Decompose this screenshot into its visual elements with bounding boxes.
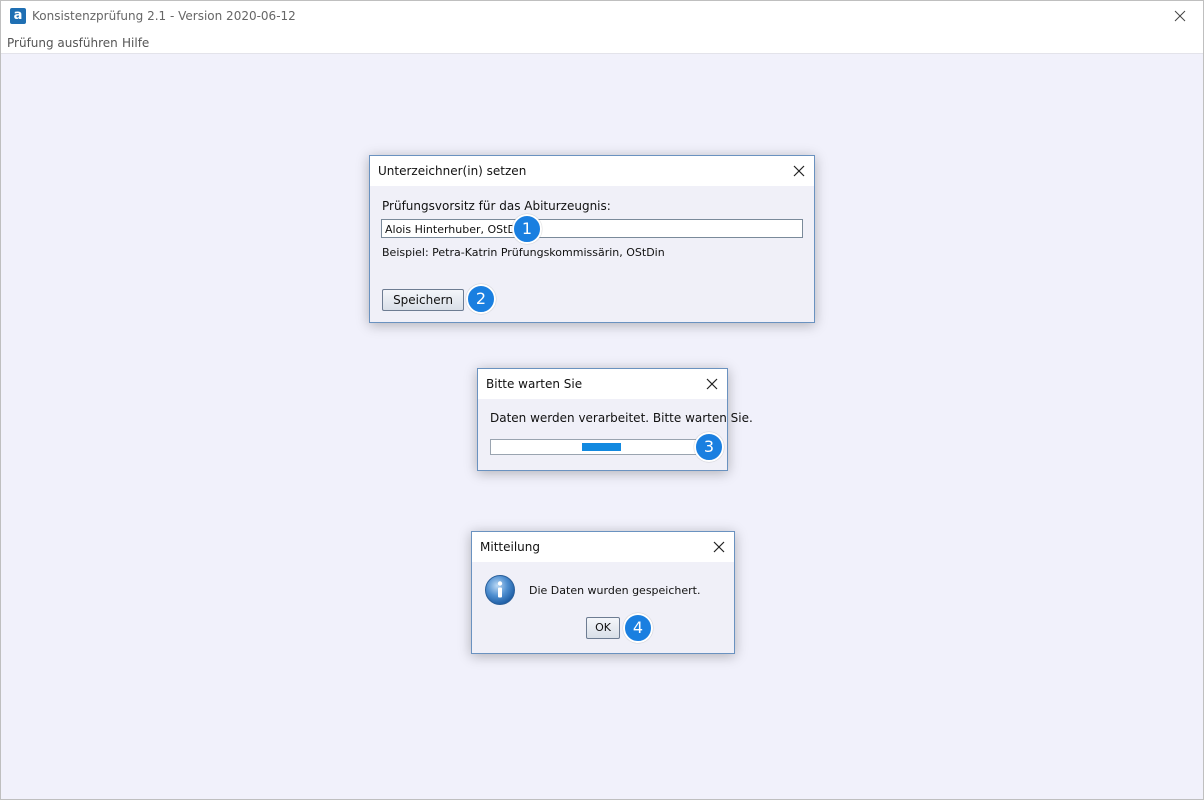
message-dialog-close-button[interactable] bbox=[710, 538, 728, 556]
message-text: Die Daten wurden gespeichert. bbox=[529, 584, 701, 597]
signer-dialog: Unterzeichner(in) setzen Prüfungsvorsitz… bbox=[369, 155, 815, 323]
signer-dialog-close-button[interactable] bbox=[790, 162, 808, 180]
wait-dialog: Bitte warten Sie Daten werden verarbeite… bbox=[477, 368, 753, 471]
close-icon bbox=[1174, 10, 1186, 22]
menu-item-pruefung[interactable]: Prüfung ausführen bbox=[7, 36, 118, 50]
close-icon bbox=[793, 165, 805, 177]
info-icon bbox=[484, 574, 516, 606]
wait-dialog-title: Bitte warten Sie bbox=[486, 377, 583, 391]
wait-dialog-titlebar: Bitte warten Sie bbox=[478, 369, 727, 399]
progress-bar bbox=[490, 439, 698, 455]
chair-field-label: Prüfungsvorsitz für das Abiturzeugnis: bbox=[382, 199, 611, 213]
wait-message: Daten werden verarbeitet. Bitte warten S… bbox=[490, 411, 753, 425]
progress-bar-fill bbox=[582, 443, 621, 451]
signer-dialog-title: Unterzeichner(in) setzen bbox=[378, 164, 527, 178]
step-badge-1: 1 bbox=[512, 214, 542, 244]
app-window: a Konsistenzprüfung 2.1 - Version 2020-0… bbox=[0, 0, 1204, 800]
app-titlebar: a Konsistenzprüfung 2.1 - Version 2020-0… bbox=[1, 1, 1203, 32]
close-icon bbox=[706, 378, 718, 390]
chair-name-input[interactable]: Alois Hinterhuber, OStD bbox=[381, 219, 803, 238]
menubar: Prüfung ausführen Hilfe bbox=[1, 32, 1203, 54]
wait-dialog-close-button[interactable] bbox=[703, 375, 721, 393]
menu-item-hilfe[interactable]: Hilfe bbox=[122, 36, 149, 50]
ok-button[interactable]: OK bbox=[586, 617, 620, 639]
message-dialog: Mitteilung Die Daten wurden gespeichert.… bbox=[471, 531, 735, 654]
signer-dialog-titlebar: Unterzeichner(in) setzen bbox=[370, 156, 814, 186]
app-title: Konsistenzprüfung 2.1 - Version 2020-06-… bbox=[32, 9, 296, 23]
app-logo-icon: a bbox=[10, 8, 26, 24]
step-badge-3: 3 bbox=[694, 432, 724, 462]
app-close-button[interactable] bbox=[1157, 1, 1203, 32]
chair-name-value: Alois Hinterhuber, OStD bbox=[385, 223, 516, 236]
step-badge-4: 4 bbox=[623, 613, 653, 643]
message-dialog-title: Mitteilung bbox=[480, 540, 540, 554]
message-dialog-titlebar: Mitteilung bbox=[472, 532, 734, 562]
step-badge-2: 2 bbox=[466, 284, 496, 314]
save-button[interactable]: Speichern bbox=[382, 289, 464, 311]
example-hint: Beispiel: Petra-Katrin Prüfungskommissär… bbox=[382, 246, 665, 259]
close-icon bbox=[713, 541, 725, 553]
